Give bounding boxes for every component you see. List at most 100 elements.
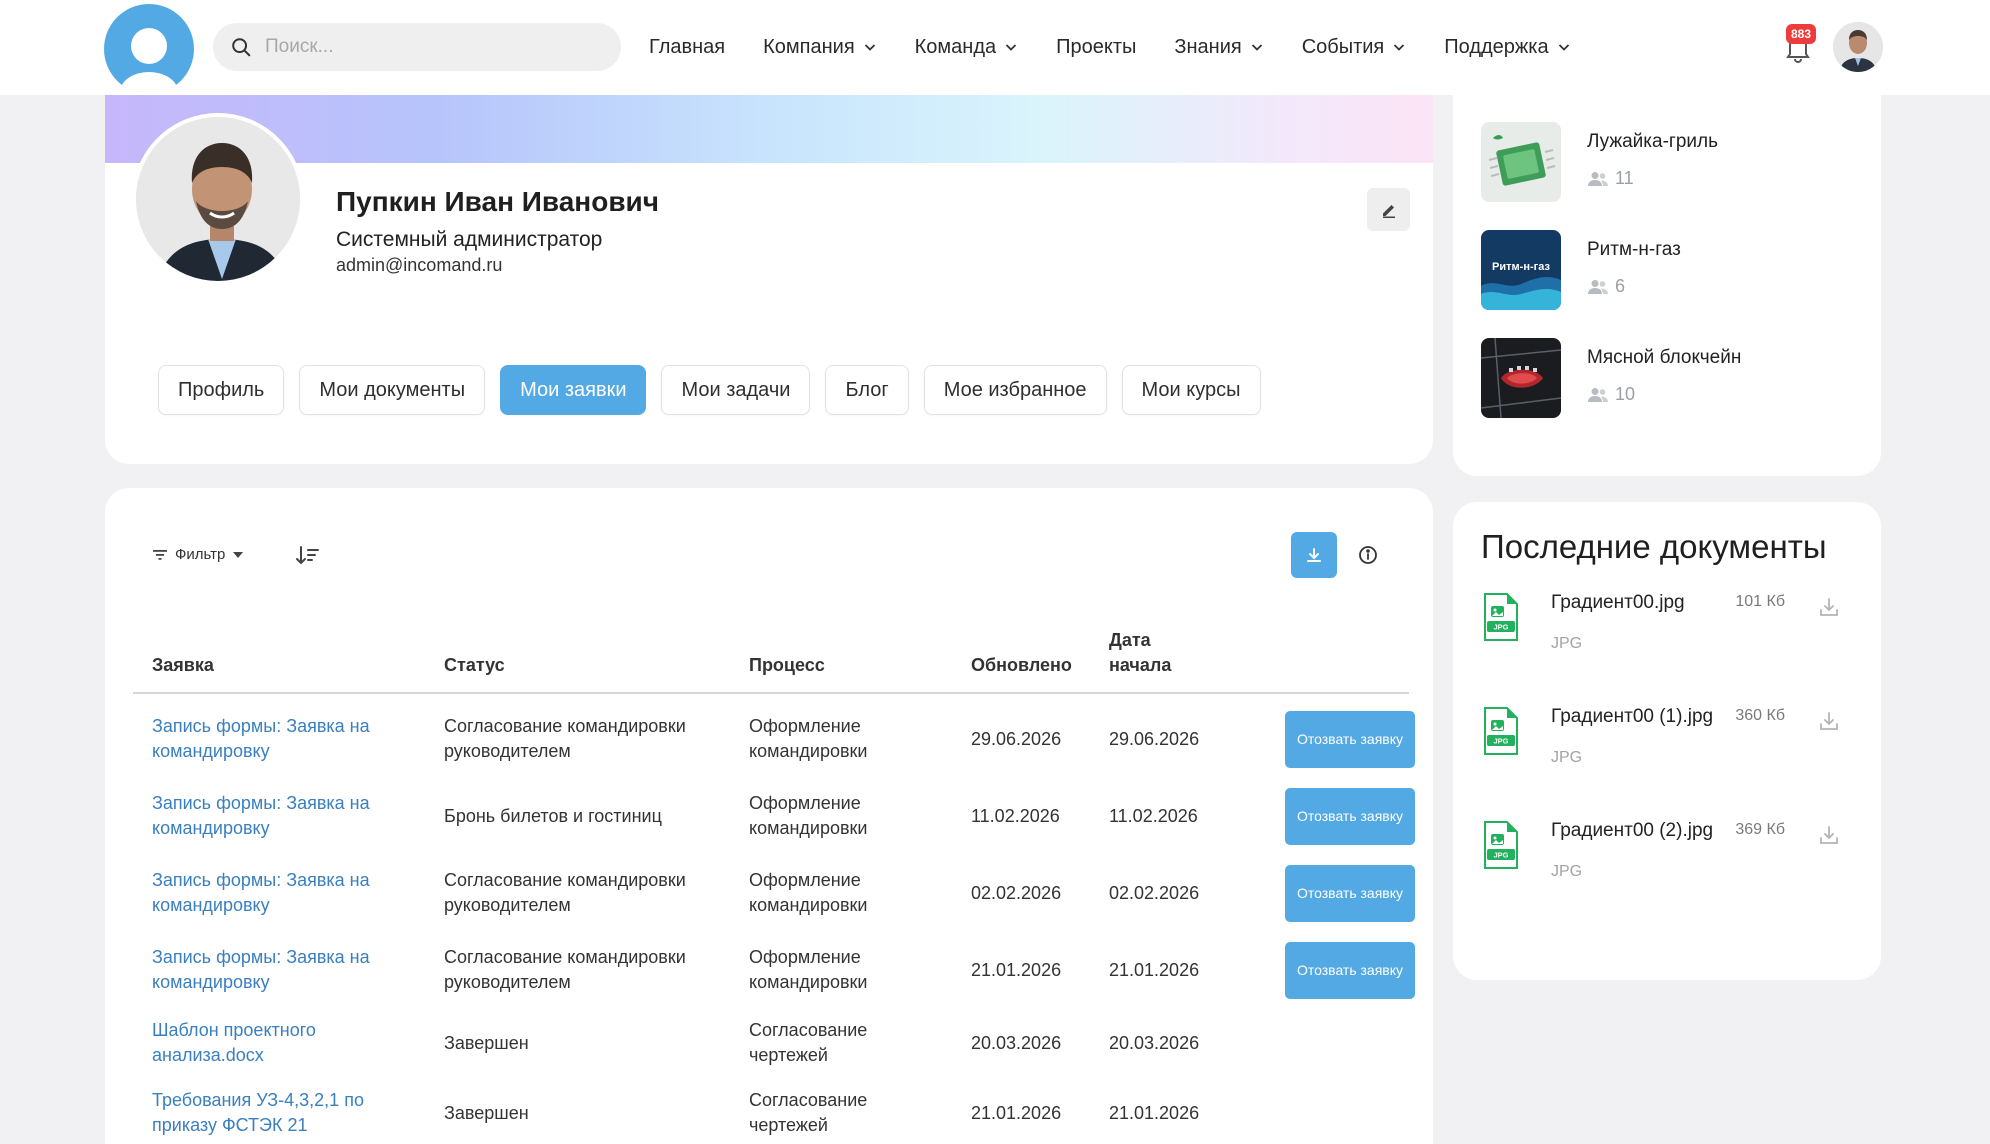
edit-profile-button[interactable] <box>1367 188 1410 231</box>
nav-item-events[interactable]: События <box>1302 36 1407 59</box>
document-size: 369 Кб <box>1735 821 1785 838</box>
users-icon <box>1588 171 1608 186</box>
info-button[interactable] <box>1355 542 1381 568</box>
request-updated: 21.01.2026 <box>971 1103 1062 1123</box>
users-icon <box>1588 279 1608 294</box>
document-extension: JPG <box>1551 635 1583 652</box>
svg-text:Ритм-н-газ: Ритм-н-газ <box>1492 261 1550 273</box>
svg-text:JPG: JPG <box>1493 623 1508 632</box>
profile-banner <box>105 95 1433 163</box>
logo[interactable] <box>104 4 194 94</box>
svg-text:JPG: JPG <box>1493 737 1508 746</box>
revoke-request-button[interactable]: Отозвать заявку <box>1285 942 1415 999</box>
request-status: Согласование командировки руководителем <box>444 870 686 915</box>
group-members: 6 <box>1587 276 1625 297</box>
request-status: Завершен <box>444 1103 529 1123</box>
tab-my-courses[interactable]: Мои курсы <box>1121 365 1261 415</box>
jpg-file-icon: JPG <box>1484 593 1518 641</box>
group-name[interactable]: Мясной блокчейн <box>1587 347 1741 369</box>
request-start-date: 21.01.2026 <box>1109 1103 1200 1123</box>
download-icon[interactable] <box>1818 710 1840 732</box>
document-size: 360 Кб <box>1735 707 1785 724</box>
request-process: Оформление командировки <box>749 793 868 838</box>
table-header: Заявка Статус Процесс Обновлено Дата нач… <box>133 630 1409 694</box>
download-icon[interactable] <box>1818 824 1840 846</box>
tab-favorites[interactable]: Мое избранное <box>923 365 1107 415</box>
table-row: Запись формы: Заявка на командировку Сог… <box>133 860 1415 927</box>
group-name[interactable]: Лужайка-гриль <box>1587 131 1718 153</box>
document-extension: JPG <box>1551 863 1583 880</box>
request-link[interactable]: Требования УЗ-4,3,2,1 по приказу ФСТЭК 2… <box>152 1088 402 1138</box>
document-item[interactable]: JPG Градиент00 (2).jpg 369 Кб JPG <box>1481 820 1861 910</box>
group-item[interactable]: Ритм-н-газ Ритм-н-газ 6 <box>1481 230 1861 310</box>
nav-item-knowledge[interactable]: Знания <box>1174 36 1263 59</box>
column-header-process: Процесс <box>749 655 825 675</box>
request-link[interactable]: Шаблон проектного анализа.docx <box>152 1018 362 1068</box>
table-row: Запись формы: Заявка на командировку Бро… <box>133 783 1415 850</box>
revoke-request-button[interactable]: Отозвать заявку <box>1285 865 1415 922</box>
group-name[interactable]: Ритм-н-газ <box>1587 239 1681 261</box>
group-item[interactable]: Лужайка-гриль 11 <box>1481 122 1861 202</box>
document-item[interactable]: JPG Градиент00 (1).jpg 360 Кб JPG <box>1481 706 1861 796</box>
request-link[interactable]: Запись формы: Заявка на командировку <box>152 868 402 918</box>
chevron-down-icon <box>864 44 875 51</box>
download-icon <box>1307 548 1321 562</box>
recent-documents-card: Последние документы JPG Градиент00.jpg 1… <box>1453 502 1881 980</box>
sort-icon[interactable] <box>294 542 322 570</box>
tab-profile[interactable]: Профиль <box>158 365 285 415</box>
nav-item-team[interactable]: Команда <box>915 36 1018 59</box>
music-logo: Ритм-н-газ <box>1481 230 1561 310</box>
document-name[interactable]: Градиент00 (1).jpg <box>1551 706 1713 728</box>
filter-icon <box>153 549 167 560</box>
column-header-updated: Обновлено <box>971 655 1072 675</box>
user-avatar[interactable] <box>1833 22 1883 72</box>
search-input[interactable] <box>265 36 585 58</box>
request-status: Согласование командировки руководителем <box>444 716 686 761</box>
request-link[interactable]: Запись формы: Заявка на командировку <box>152 945 402 995</box>
chevron-down-icon <box>1251 44 1262 51</box>
request-status: Завершен <box>444 1033 529 1053</box>
request-start-date: 21.01.2026 <box>1109 960 1200 980</box>
document-item[interactable]: JPG Градиент00.jpg 101 Кб JPG <box>1481 592 1861 682</box>
filter-dropdown[interactable]: Фильтр <box>153 546 244 563</box>
document-name[interactable]: Градиент00 (2).jpg <box>1551 820 1713 842</box>
download-button[interactable] <box>1291 532 1337 578</box>
request-updated: 11.02.2026 <box>971 806 1060 826</box>
nav-item-home[interactable]: Главная <box>649 36 725 59</box>
download-icon[interactable] <box>1818 596 1840 618</box>
nav-item-projects[interactable]: Проекты <box>1056 36 1136 59</box>
request-link[interactable]: Запись формы: Заявка на командировку <box>152 714 402 764</box>
request-status: Бронь билетов и гостиниц <box>444 806 662 826</box>
tab-my-requests[interactable]: Мои заявки <box>500 365 647 415</box>
profile-email: admin@incomand.ru <box>336 255 503 275</box>
request-process: Согласование чертежей <box>749 1020 868 1065</box>
profile-role: Системный администратор <box>336 228 603 251</box>
search-bar[interactable] <box>213 23 621 71</box>
nav-item-support[interactable]: Поддержка <box>1444 36 1570 59</box>
request-updated: 20.03.2026 <box>971 1033 1062 1053</box>
column-header-start-date: Дата начала <box>1109 630 1172 675</box>
group-item[interactable]: Мясной блокчейн 10 <box>1481 338 1861 418</box>
documents-title: Последние документы <box>1481 528 1827 565</box>
filter-label: Фильтр <box>175 546 226 563</box>
revoke-request-button[interactable]: Отозвать заявку <box>1285 711 1415 768</box>
pencil-icon <box>1382 204 1395 218</box>
top-bar: Главная Компания Команда Проекты Знания … <box>0 0 1990 95</box>
svg-text:JPG: JPG <box>1493 851 1508 860</box>
tab-my-tasks[interactable]: Мои задачи <box>661 365 811 415</box>
nav-item-company[interactable]: Компания <box>763 36 877 59</box>
table-row: Запись формы: Заявка на командировку Сог… <box>133 706 1415 773</box>
tab-blog[interactable]: Блог <box>825 365 909 415</box>
table-row: Требования УЗ-4,3,2,1 по приказу ФСТЭК 2… <box>133 1080 1409 1144</box>
document-size: 101 Кб <box>1735 593 1785 610</box>
request-updated: 21.01.2026 <box>971 960 1062 980</box>
profile-tabs: Профиль Мои документы Мои заявки Мои зад… <box>158 365 1276 415</box>
profile-name: Пупкин Иван Иванович <box>336 186 659 217</box>
revoke-request-button[interactable]: Отозвать заявку <box>1285 788 1415 845</box>
tab-my-documents[interactable]: Мои документы <box>299 365 486 415</box>
group-members: 11 <box>1587 168 1634 189</box>
request-link[interactable]: Запись формы: Заявка на командировку <box>152 791 402 841</box>
requests-card: Фильтр Заявка Статус Процесс Обновлено Д… <box>105 488 1433 1144</box>
request-process: Оформление командировки <box>749 947 868 992</box>
document-name[interactable]: Градиент00.jpg <box>1551 592 1685 614</box>
